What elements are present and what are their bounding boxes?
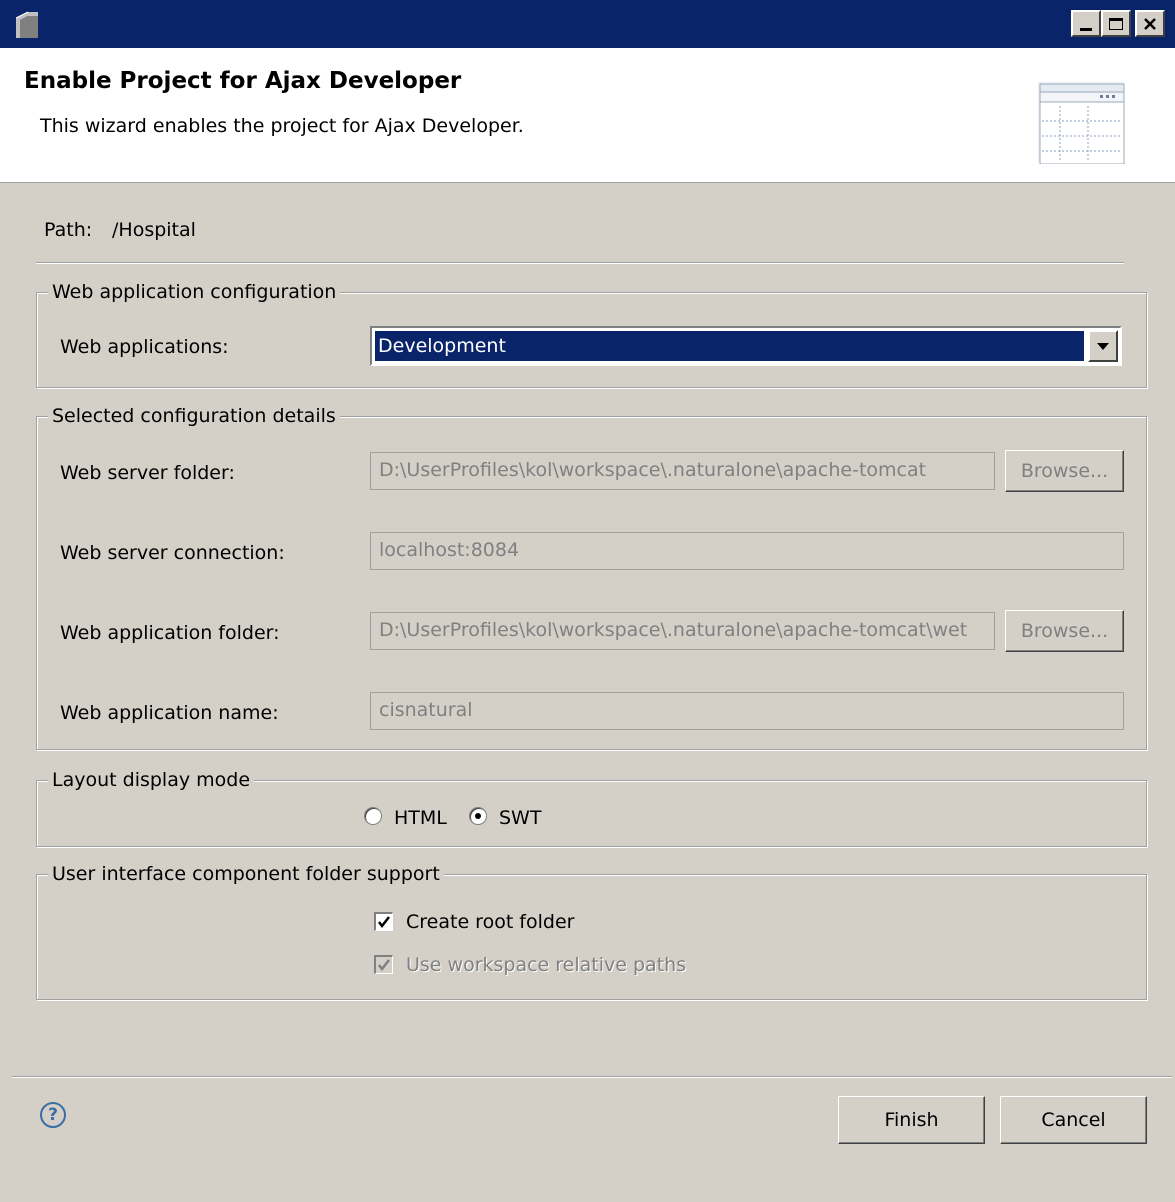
server-folder-label: Web server folder:: [60, 462, 235, 484]
footer-separator: [12, 1076, 1172, 1078]
radio-selected-dot: [475, 813, 481, 819]
chevron-down-icon: [1097, 343, 1109, 350]
create-root-checkbox[interactable]: [374, 912, 393, 931]
radio-swt[interactable]: [469, 807, 487, 825]
web-app-config-legend: Web application configuration: [48, 280, 341, 304]
server-folder-field[interactable]: D:\UserProfiles\kol\workspace\.naturalon…: [370, 452, 995, 490]
server-connection-label: Web server connection:: [60, 542, 285, 564]
maximize-button[interactable]: [1101, 10, 1131, 37]
web-applications-label: Web applications:: [60, 336, 229, 358]
app-folder-field[interactable]: D:\UserProfiles\kol\workspace\.naturalon…: [370, 612, 995, 650]
cancel-button[interactable]: Cancel: [1000, 1096, 1147, 1144]
dropdown-button[interactable]: [1088, 330, 1118, 362]
separator: [36, 262, 1124, 264]
ui-component-legend: User interface component folder support: [48, 862, 444, 886]
close-icon: [1144, 17, 1156, 30]
page-title: Enable Project for Ajax Developer: [24, 68, 462, 94]
ui-component-group: [36, 874, 1147, 1000]
config-details-legend: Selected configuration details: [48, 404, 340, 428]
web-applications-selected: Development: [375, 331, 1084, 361]
server-folder-browse-button[interactable]: Browse...: [1005, 450, 1124, 492]
close-button[interactable]: [1135, 10, 1165, 37]
radio-swt-label[interactable]: SWT: [499, 806, 541, 830]
minimize-icon: [1080, 28, 1092, 31]
app-icon: [14, 10, 40, 40]
minimize-button[interactable]: [1071, 10, 1101, 37]
app-folder-browse-button[interactable]: Browse...: [1005, 610, 1124, 652]
workspace-relative-label[interactable]: Use workspace relative paths: [406, 953, 686, 977]
page-description: This wizard enables the project for Ajax…: [40, 115, 524, 137]
radio-html-label[interactable]: HTML: [394, 806, 447, 830]
wizard-banner-icon: [1030, 76, 1128, 165]
check-icon: [378, 916, 390, 929]
server-connection-field[interactable]: localhost:8084: [370, 532, 1124, 570]
layout-mode-legend: Layout display mode: [48, 768, 255, 792]
create-root-label[interactable]: Create root folder: [406, 910, 574, 934]
finish-button[interactable]: Finish: [838, 1096, 985, 1144]
path-value: /Hospital: [112, 219, 196, 241]
web-applications-combo[interactable]: Development: [370, 326, 1122, 366]
maximize-icon: [1109, 17, 1123, 30]
app-name-field[interactable]: cisnatural: [370, 692, 1124, 730]
app-folder-label: Web application folder:: [60, 622, 280, 644]
workspace-relative-checkbox[interactable]: [374, 955, 393, 974]
help-icon[interactable]: ?: [40, 1102, 66, 1128]
radio-html[interactable]: [364, 807, 382, 825]
title-bar[interactable]: [0, 0, 1175, 48]
app-name-label: Web application name:: [60, 702, 279, 724]
path-label: Path:: [44, 219, 93, 241]
check-icon: [378, 959, 390, 972]
